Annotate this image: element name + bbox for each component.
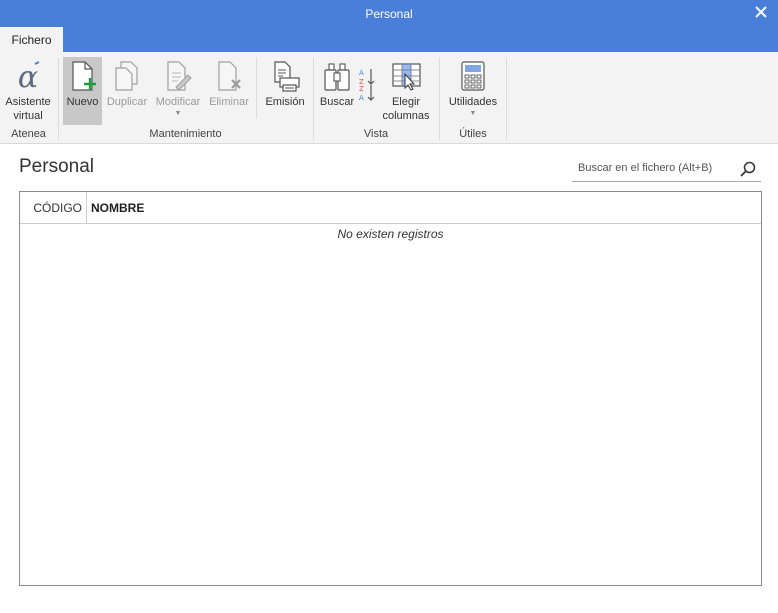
columns-icon [389,59,423,93]
ribbon-tab-strip: Fichero [0,27,778,52]
emision-button[interactable]: Emisión [262,57,308,125]
ribbon-separator [506,58,507,140]
duplicate-icon [110,59,144,93]
binoculars-icon [320,59,354,93]
printer-icon [268,59,302,93]
asistente-virtual-button[interactable]: α Asistente virtual [2,57,54,125]
utilidades-button[interactable]: Utilidades ▼ [444,57,502,125]
page-title: Personal [19,156,94,177]
eliminar-button[interactable]: Eliminar [206,57,252,125]
new-document-icon [66,59,100,93]
empty-message: No existen registros [337,227,444,241]
group-label-vista: Vista [363,128,389,140]
duplicar-button[interactable]: Duplicar [104,57,150,125]
modificar-button[interactable]: Modificar ▼ [152,57,204,125]
tab-fichero[interactable]: Fichero [0,27,63,52]
search-box [572,155,761,182]
close-button[interactable] [752,3,770,21]
group-label-mantenimiento: Mantenimiento [149,128,222,140]
elegir-columnas-button[interactable]: Elegir columnas [380,57,432,125]
title-bar: Personal [0,0,778,27]
search-icon [740,161,756,177]
svg-text:A: A [359,94,364,102]
chevron-down-icon: ▼ [469,110,477,117]
ribbon-group-utiles: Utilidades ▼ Útiles [440,52,506,144]
buscar-button[interactable]: Buscar [318,57,356,125]
column-header-codigo[interactable]: CÓDIGO [20,191,87,224]
ribbon-separator [256,58,257,118]
records-grid[interactable]: CÓDIGO NOMBRE No existen registros [19,191,762,586]
window-title: Personal [365,6,413,21]
search-button[interactable] [739,160,757,178]
ribbon: α Asistente virtual Atenea Nuevo Duplica… [0,52,778,144]
sort-descending-icon: Z A [357,83,377,103]
alpha-icon: α [11,59,45,93]
group-label-utiles: Útiles [459,128,487,140]
svg-text:α: α [18,60,38,93]
group-label-atenea: Atenea [11,128,46,140]
delete-document-icon [212,59,246,93]
column-header-nombre[interactable]: NOMBRE [87,201,144,215]
calculator-icon [456,59,490,93]
chevron-down-icon: ▼ [174,110,182,117]
svg-text:Z: Z [359,85,364,93]
sort-za-button[interactable]: Z A [356,81,378,105]
grid-header: CÓDIGO NOMBRE [20,191,761,224]
edit-document-icon [161,59,195,93]
nuevo-button[interactable]: Nuevo [63,57,102,125]
svg-text:A: A [359,69,364,77]
ribbon-group-vista: Buscar A Z Z A Elegir columnas Vista [314,52,438,144]
ribbon-group-mantenimiento: Nuevo Duplicar Modificar ▼ Eliminar Emis… [59,52,312,144]
search-input[interactable] [572,162,732,174]
close-icon [755,6,767,18]
ribbon-group-atenea: α Asistente virtual Atenea [0,52,57,144]
